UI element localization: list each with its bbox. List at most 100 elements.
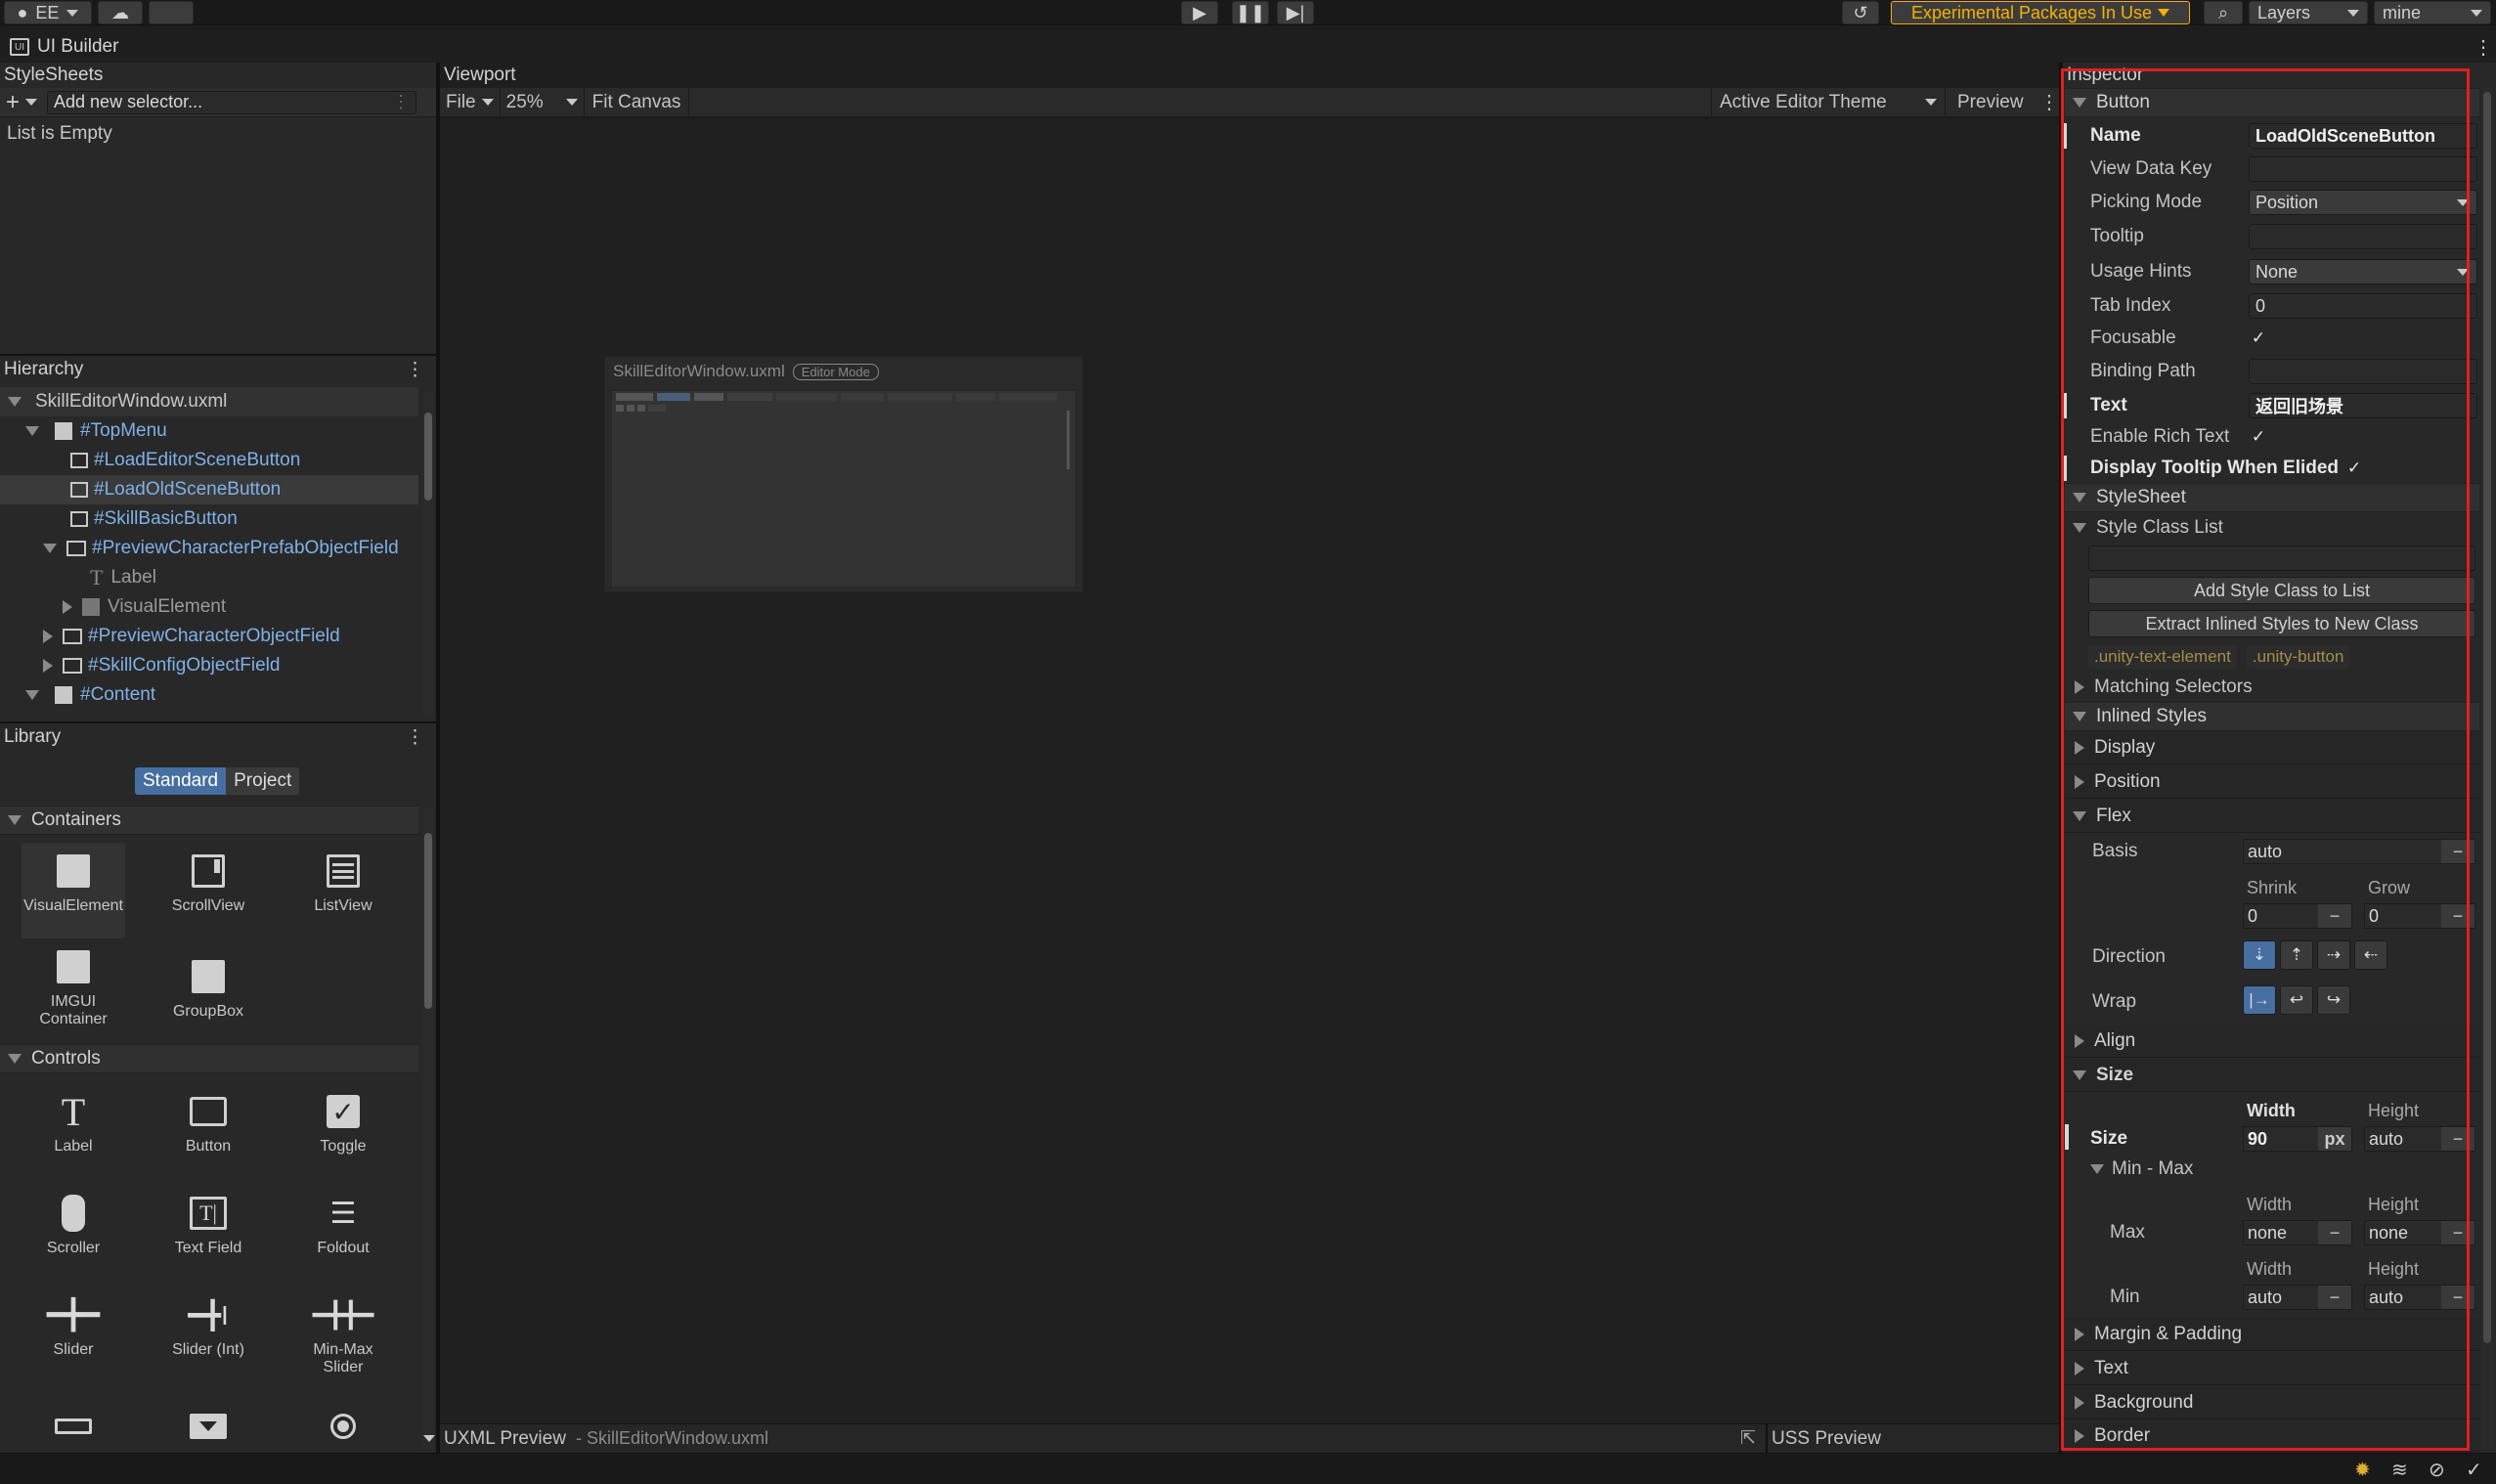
tab-standard[interactable]: Standard [135,767,227,795]
theme-dropdown[interactable]: Active Editor Theme [1711,87,1946,117]
controls-header[interactable]: Controls [0,1044,418,1073]
expand-arrow-icon[interactable] [43,630,53,643]
tree-item-topmenu[interactable]: #TopMenu [0,416,418,446]
library-item-listview[interactable]: ListView [289,852,397,915]
size-foldout[interactable]: Size [2065,1059,2479,1092]
library-item-radiobutton[interactable] [289,1408,397,1453]
library-item-slider-int[interactable]: ━╋I Slider (Int) [154,1296,262,1359]
size-width-input[interactable]: 90 px [2243,1126,2352,1152]
window-tab[interactable]: UI UI Builder [10,33,118,61]
uss-preview-tab[interactable]: USS Preview [1772,1428,1881,1450]
inspector-scrollbar[interactable] [2481,88,2493,1449]
library-item-dropdown[interactable] [154,1408,262,1453]
library-item-textfield[interactable]: T| Text Field [154,1195,262,1257]
fit-canvas-button[interactable]: Fit Canvas [585,87,690,117]
file-menu[interactable]: File [440,87,501,117]
stylesheet-section-header[interactable]: StyleSheet [2065,483,2479,512]
wrap-reverse-button[interactable]: ↪ [2317,985,2350,1015]
max-height-unit-button[interactable]: − [2441,1221,2474,1244]
tree-item-skillconfigobjectfield[interactable]: #SkillConfigObjectField [0,651,418,680]
canvas-preview[interactable]: SkillEditorWindow.uxml Editor Mode [604,356,1083,592]
display-tooltip-checkbox[interactable]: ✓ [2344,458,2364,478]
class-pill[interactable]: .unity-text-element [2088,645,2237,669]
name-input[interactable]: LoadOldSceneButton [2249,123,2477,149]
open-external-icon[interactable]: ⇱ [1740,1427,1756,1450]
basis-input[interactable]: auto − [2243,839,2475,864]
tree-item-loadoldscenebutton[interactable]: #LoadOldSceneButton [0,475,418,504]
tree-item-previewcharacterobjectfield[interactable]: #PreviewCharacterObjectField [0,622,418,651]
library-item-scrollview[interactable]: ScrollView [154,852,262,915]
min-height-input[interactable]: auto − [2364,1285,2475,1310]
status-check-icon[interactable]: ✓ [2466,1458,2482,1482]
search-button[interactable]: ⌕ [2204,1,2243,24]
usage-hints-dropdown[interactable]: None [2249,259,2477,284]
view-data-key-input[interactable] [2249,156,2477,182]
viewport-canvas-area[interactable] [440,119,2059,1423]
style-class-input[interactable] [2088,546,2475,571]
class-pill[interactable]: .unity-button [2246,645,2350,669]
min-width-input[interactable]: auto − [2243,1285,2352,1310]
account-dropdown[interactable]: ● EE [4,1,92,24]
chevron-down-icon[interactable] [25,99,38,106]
pause-button[interactable]: ❚❚ [1232,1,1269,24]
history-button[interactable]: ↺ [1842,1,1879,24]
hierarchy-scrollbar[interactable] [422,391,434,716]
library-item-scroller[interactable]: Scroller [20,1195,127,1257]
library-item-visualelement[interactable]: VisualElement [20,852,127,915]
max-width-unit-button[interactable]: − [2318,1221,2351,1244]
wrap-nowrap-button[interactable]: |→ [2243,985,2276,1015]
add-style-class-button[interactable]: Add Style Class to List [2088,577,2475,604]
library-item-button[interactable]: Button [154,1093,262,1156]
tab-project[interactable]: Project [226,767,300,795]
selector-menu-icon[interactable]: ⋮ [392,92,410,112]
layout-dropdown[interactable]: mine [2374,1,2491,24]
picking-mode-dropdown[interactable]: Position [2249,190,2477,215]
library-item-groupbox[interactable]: GroupBox [154,958,262,1021]
max-height-input[interactable]: none − [2364,1220,2475,1245]
min-width-unit-button[interactable]: − [2318,1286,2351,1309]
size-height-unit-button[interactable]: − [2441,1127,2474,1151]
grow-input[interactable]: 0 − [2364,903,2475,929]
margin-padding-foldout[interactable]: Margin & Padding [2065,1318,2479,1351]
library-scroll-down[interactable] [422,1425,436,1451]
tree-item-visualelement[interactable]: VisualElement [0,592,418,622]
library-menu-icon[interactable]: ⋮ [406,726,424,749]
border-foldout[interactable]: Border [2065,1420,2479,1452]
step-button[interactable]: ▶| [1277,1,1314,24]
expand-arrow-icon[interactable] [8,397,22,407]
library-item-progressbar[interactable] [20,1408,127,1453]
min-max-foldout[interactable]: Min - Max [2082,1156,2193,1183]
size-height-input[interactable]: auto − [2364,1126,2475,1152]
tree-item-loadeditorscenebutton[interactable]: #LoadEditorSceneButton [0,446,418,475]
focusable-checkbox[interactable]: ✓ [2249,328,2268,348]
direction-column-reverse-button[interactable]: ⇡ [2280,940,2313,970]
selector-input[interactable]: Add new selector... ⋮ [47,90,417,114]
direction-row-button[interactable]: ⇢ [2317,940,2350,970]
binding-path-input[interactable] [2249,359,2477,384]
extract-inlined-styles-button[interactable]: Extract Inlined Styles to New Class [2088,610,2475,637]
preview-splitter[interactable] [1766,1424,1768,1454]
min-height-unit-button[interactable]: − [2441,1286,2474,1309]
align-foldout[interactable]: Align [2065,1025,2479,1058]
text-input[interactable]: 返回旧场景 [2249,393,2477,418]
flex-foldout[interactable]: Flex [2065,800,2479,833]
style-class-list-header[interactable]: Style Class List [2065,514,2223,542]
library-item-imgui-container[interactable]: IMGUI Container [20,948,127,1028]
viewport-menu-icon[interactable]: ⋮ [2039,90,2059,114]
direction-column-button[interactable]: ⇣ [2243,940,2276,970]
layers-stack-icon[interactable]: ≋ [2391,1458,2408,1482]
layers-dropdown[interactable]: Layers [2249,1,2368,24]
expand-arrow-icon[interactable] [25,690,39,700]
library-item-foldout[interactable]: ☰ Foldout [289,1195,397,1257]
library-item-label[interactable]: T Label [20,1090,127,1156]
expand-arrow-icon[interactable] [43,544,57,553]
tree-item-root[interactable]: SkillEditorWindow.uxml [0,387,418,416]
grow-unit-button[interactable]: − [2441,904,2474,928]
library-item-toggle[interactable]: ✓ Toggle [289,1093,397,1156]
wrap-wrap-button[interactable]: ↩ [2280,985,2313,1015]
background-foldout[interactable]: Background [2065,1386,2479,1419]
shrink-unit-button[interactable]: − [2318,904,2351,928]
scrollbar-thumb[interactable] [424,833,432,1009]
text-foldout[interactable]: Text [2065,1352,2479,1385]
size-width-unit-button[interactable]: px [2318,1127,2351,1151]
